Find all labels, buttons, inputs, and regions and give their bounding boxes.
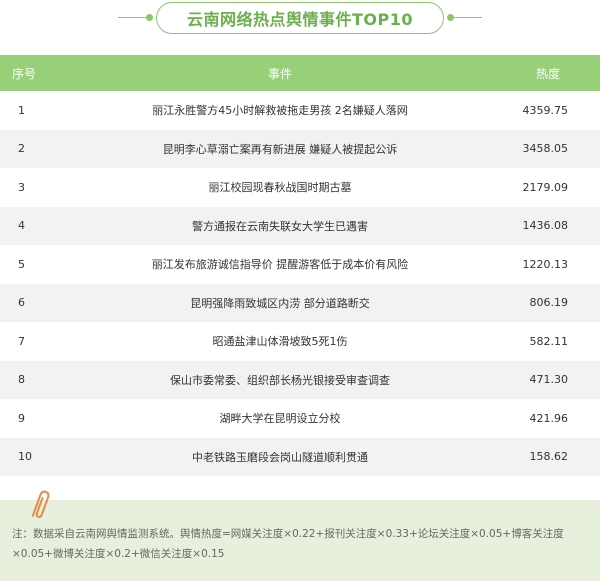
row-event: 保山市委常委、组织部长杨光银接受审查调查 [170, 373, 390, 387]
row-heat: 158.62 [529, 450, 569, 464]
table-row: 8 保山市委常委、组织部长杨光银接受审查调查 471.30 [0, 360, 600, 399]
ranking-table: 序号 事件 热度 1 丽江永胜警方45小时解救被拖走男孩 2名嫌疑人落网 4359.… [0, 55, 600, 476]
row-heat: 806.19 [529, 296, 569, 310]
row-event: 丽江永胜警方45小时解救被拖走男孩 2名嫌疑人落网 [152, 104, 408, 118]
row-heat: 421.96 [529, 411, 569, 425]
header-heat: 热度 [535, 66, 560, 81]
row-index: 7 [18, 334, 25, 348]
row-index: 8 [18, 373, 25, 387]
table-row: 9 湖畔大学在昆明设立分校 421.96 [0, 399, 600, 438]
table-row: 4 警方通报在云南失联女大学生已遇害 1436.08 [0, 206, 600, 245]
row-event: 湖畔大学在昆明设立分校 [219, 412, 341, 426]
table-row: 3 丽江校园现春秋战国时期古墓 2179.09 [0, 168, 600, 207]
title-decor-dot-left [146, 14, 153, 21]
row-index: 10 [18, 450, 32, 464]
paperclip-icon [31, 490, 50, 518]
table-row: 7 昭通盐津山体滑坡致5死1伤 582.11 [0, 322, 600, 361]
table-row: 5 丽江发布旅游诚信指导价 提醒游客低于成本价有风险 1220.13 [0, 245, 600, 284]
header-event: 事件 [267, 66, 292, 81]
row-event: 丽江发布旅游诚信指导价 提醒游客低于成本价有风险 [151, 258, 409, 272]
row-heat: 1436.08 [522, 219, 569, 233]
table-row: 1 丽江永胜警方45小时解救被拖走男孩 2名嫌疑人落网 4359.75 [0, 91, 600, 130]
note-box: 注：数据采自云南网舆情监测系统。舆情热度=网媒关注度×0.22+报刊关注度×0.… [0, 490, 600, 581]
row-heat: 4359.75 [522, 103, 569, 117]
row-heat: 582.11 [529, 334, 569, 348]
row-event: 昆明李心草溺亡案再有新进展 嫌疑人被提起公诉 [162, 142, 398, 156]
row-index: 4 [18, 219, 25, 233]
row-event: 昆明强降雨致城区内涝 部分道路断交 [190, 296, 370, 310]
title-bar: 云南网络热点舆情事件TOP10 [0, 0, 600, 40]
table-row: 6 昆明强降雨致城区内涝 部分道路断交 806.19 [0, 283, 600, 322]
table-header: 序号 事件 热度 [0, 55, 600, 91]
row-heat: 3458.05 [522, 142, 569, 156]
title-decor-line-left [118, 17, 148, 18]
page-title: 云南网络热点舆情事件TOP10 [186, 10, 413, 29]
row-event: 昭通盐津山体滑坡致5死1伤 [212, 335, 348, 349]
row-event: 中老铁路玉磨段会岗山隧道顺利贯通 [192, 450, 368, 464]
row-index: 5 [18, 257, 25, 271]
table-row: 10 中老铁路玉磨段会岗山隧道顺利贯通 158.62 [0, 437, 600, 476]
title-decor-line-right [452, 17, 482, 18]
title-pill: 云南网络热点舆情事件TOP10 [156, 2, 444, 34]
row-heat: 471.30 [529, 373, 569, 387]
header-index: 序号 [12, 66, 37, 81]
row-index: 2 [18, 142, 25, 156]
row-event: 警方通报在云南失联女大学生已遇害 [192, 219, 368, 233]
row-heat: 2179.09 [522, 180, 569, 194]
row-heat: 1220.13 [522, 257, 569, 271]
row-event: 丽江校园现春秋战国时期古墓 [208, 181, 352, 195]
row-index: 6 [18, 296, 25, 310]
row-index: 3 [18, 180, 25, 194]
row-index: 9 [18, 411, 25, 425]
note-text: 注：数据采自云南网舆情监测系统。舆情热度=网媒关注度×0.22+报刊关注度×0.… [12, 528, 564, 560]
table-body: 1 丽江永胜警方45小时解救被拖走男孩 2名嫌疑人落网 4359.75 2 昆明李心草溺… [0, 91, 600, 476]
row-index: 1 [18, 103, 25, 117]
table-row: 2 昆明李心草溺亡案再有新进展 嫌疑人被提起公诉 3458.05 [0, 129, 600, 168]
